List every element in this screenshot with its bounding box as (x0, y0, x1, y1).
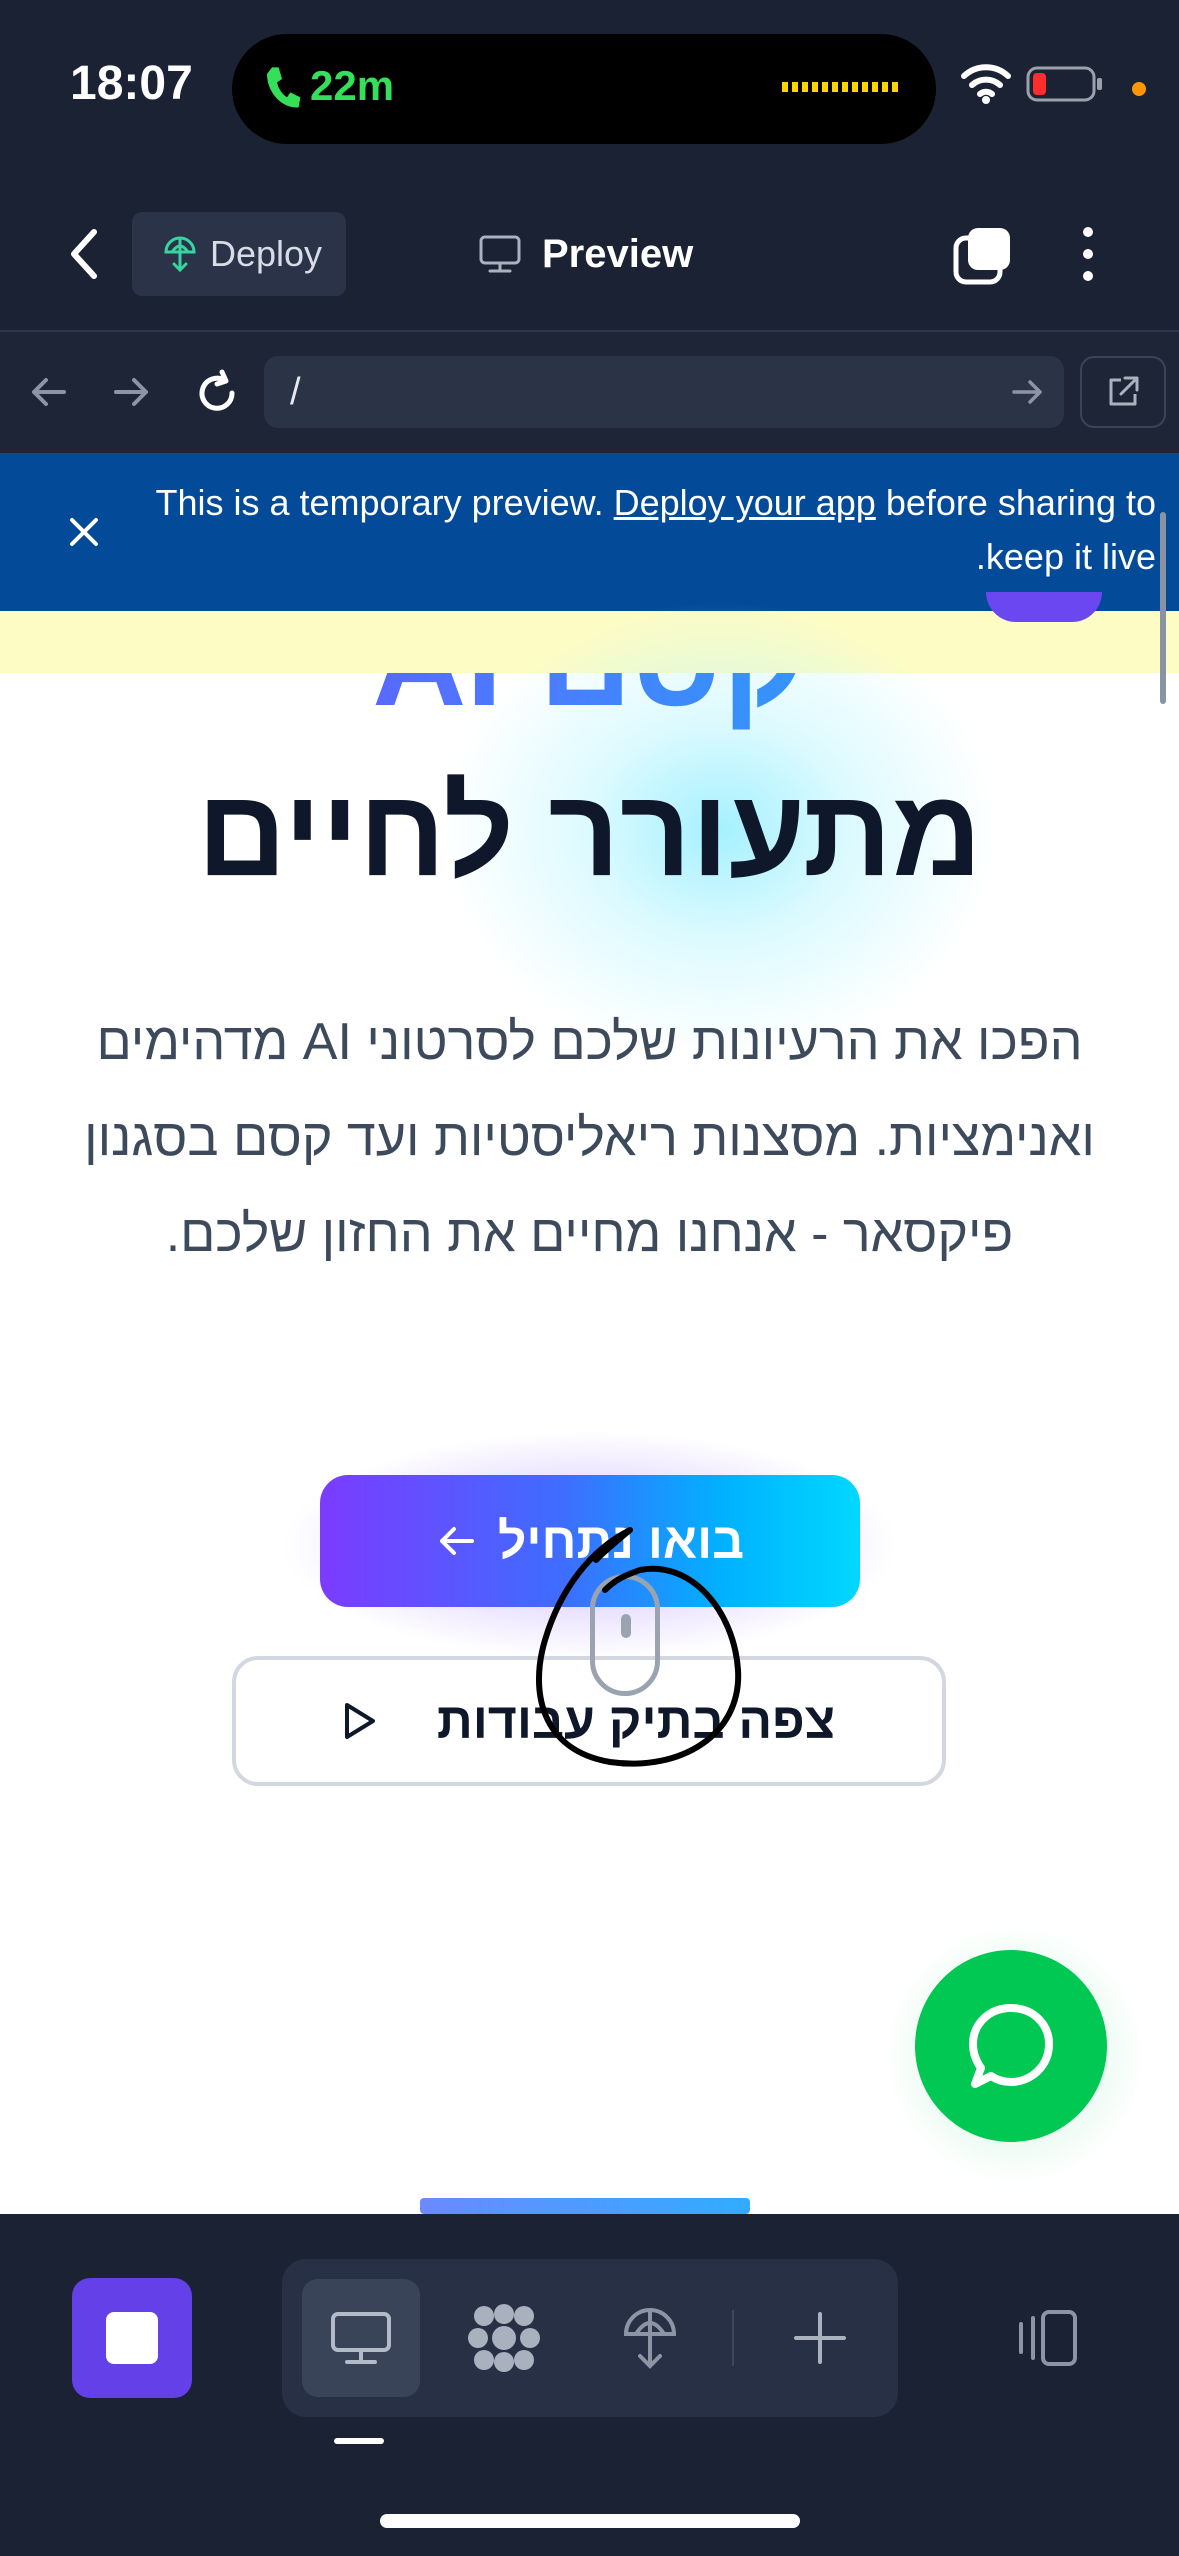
chevron-left-icon[interactable] (66, 226, 102, 282)
close-icon[interactable] (64, 512, 104, 552)
active-tool-indicator (334, 2438, 384, 2444)
preview-title: Preview (478, 226, 693, 282)
banner-message: This is a temporary preview. Deploy your… (126, 476, 1156, 584)
deploy-tool-button[interactable] (600, 2288, 700, 2388)
url-input[interactable]: / (264, 356, 1064, 428)
drawn-annotation (536, 1527, 742, 1767)
home-indicator[interactable] (380, 2514, 800, 2528)
hero-title-line1: קסם AI (0, 673, 1179, 733)
layout-toggle-button[interactable] (1000, 2300, 1090, 2376)
url-path: / (290, 370, 301, 413)
external-link-icon (1109, 376, 1139, 406)
phone-icon (267, 67, 301, 108)
monitor-icon (331, 2312, 391, 2364)
hero-title-line1-clip: קסם AI (0, 673, 1179, 733)
hero-description: הפכו את הרעיונות שלכם לסרטוני AI מדהימים… (84, 1013, 1095, 1263)
arrow-right-icon[interactable] (1008, 374, 1048, 410)
call-duration: 22m (310, 62, 395, 109)
stop-icon (106, 2312, 158, 2364)
banner-text-before: This is a temporary preview. (155, 482, 614, 523)
page-scrollbar[interactable] (1160, 512, 1166, 704)
stop-button[interactable] (72, 2278, 192, 2398)
next-section-heading (420, 2198, 750, 2214)
monitor-icon (479, 235, 521, 273)
add-tool-button[interactable] (770, 2288, 870, 2388)
whatsapp-button[interactable] (915, 1950, 1107, 2142)
tool-divider (732, 2310, 734, 2366)
open-external-button[interactable] (1080, 356, 1166, 428)
deploy-icon (623, 2308, 677, 2369)
plus-icon (794, 2312, 846, 2364)
deploy-button[interactable]: Deploy (132, 212, 346, 296)
preview-tool-button[interactable] (302, 2279, 420, 2397)
layout-toggle-icon (1019, 2310, 1077, 2366)
tabs-icon[interactable] (952, 224, 1014, 286)
deploy-app-link[interactable]: Deploy your app (614, 482, 876, 523)
arrow-left-icon[interactable] (26, 370, 70, 414)
play-icon (344, 1703, 375, 1739)
hero-title-line2: מתעורר לחיים (197, 764, 982, 902)
wifi-icon (961, 64, 1011, 104)
deploy-icon (164, 236, 196, 273)
deploy-label: Deploy (210, 233, 323, 274)
whatsapp-icon (969, 2004, 1053, 2088)
arrow-left-icon (439, 1527, 474, 1555)
privacy-indicator (1132, 82, 1146, 96)
agents-tool-button[interactable] (454, 2288, 554, 2388)
kebab-icon[interactable] (1076, 224, 1100, 284)
reload-icon[interactable] (192, 368, 242, 418)
preview-label: Preview (542, 231, 694, 276)
audio-waveform (782, 82, 898, 92)
banner-text-after: before sharing to keep it live. (875, 482, 1156, 577)
status-time: 18:07 (70, 57, 193, 110)
battery-icon (1026, 66, 1102, 102)
arrow-right-icon[interactable] (110, 370, 154, 414)
header-badge (986, 592, 1102, 622)
agents-icon (468, 2304, 540, 2372)
